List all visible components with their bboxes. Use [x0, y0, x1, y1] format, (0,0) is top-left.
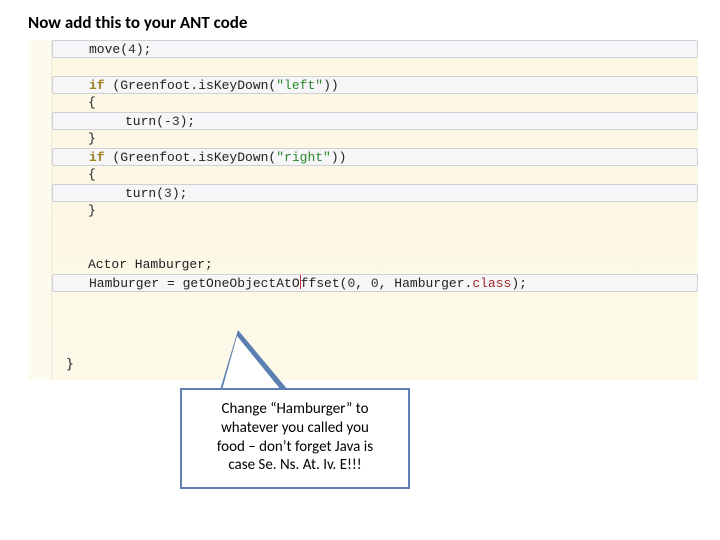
code-token: turn( [125, 114, 164, 129]
code-line: Hamburger = getOneObjectAtOffset(0, 0, H… [52, 274, 698, 292]
code-token: ffset( [301, 276, 348, 291]
editor-body: move(4); if (Greenfoot.isKeyDown("left")… [52, 40, 698, 380]
code-token: class [472, 276, 511, 291]
code-token: "left" [276, 78, 323, 93]
code-token: ); [136, 42, 152, 57]
code-token: { [88, 167, 96, 182]
code-token: ); [180, 114, 196, 129]
code-token: 3 [164, 186, 172, 201]
editor-gutter [28, 40, 52, 380]
code-token: , Hamburger. [379, 276, 473, 291]
page-heading: Now add this to your ANT code [28, 12, 247, 33]
code-line: { [52, 166, 698, 184]
callout-text: food – don’t forget Java is [196, 438, 394, 457]
code-token: } [88, 203, 96, 218]
callout-box: Change “Hamburger” to whatever you calle… [180, 388, 410, 489]
code-line [52, 238, 698, 256]
callout-text: whatever you called you [196, 419, 394, 438]
code-token: ); [511, 276, 527, 291]
code-token: )) [331, 150, 347, 165]
callout-pointer [222, 336, 281, 390]
callout: Change “Hamburger” to whatever you calle… [180, 388, 410, 489]
code-line: turn(-3); [52, 112, 698, 130]
code-token: move [89, 42, 120, 57]
code-token: "right" [276, 150, 331, 165]
code-token: turn( [125, 186, 164, 201]
code-token: 0 [371, 276, 379, 291]
code-line: move(4); [52, 40, 698, 58]
code-token: )) [323, 78, 339, 93]
code-token: , [355, 276, 371, 291]
code-token: if [89, 78, 105, 93]
code-token: Hamburger = getOneObjectAtO [89, 276, 300, 291]
code-token: ( [120, 42, 128, 57]
code-line [52, 220, 698, 238]
code-token: } [88, 131, 96, 146]
code-token: Actor Hamburger; [88, 257, 213, 272]
code-token: (Greenfoot.isKeyDown( [105, 78, 277, 93]
code-token: 4 [128, 42, 136, 57]
code-token: { [88, 95, 96, 110]
code-line [52, 58, 698, 76]
code-line: } [52, 202, 698, 220]
code-line: } [56, 357, 74, 372]
code-line: Actor Hamburger; [52, 256, 698, 274]
code-line: { [52, 94, 698, 112]
callout-text: Change “Hamburger” to [196, 400, 394, 419]
code-line: } [52, 130, 698, 148]
code-token: -3 [164, 114, 180, 129]
code-editor: move(4); if (Greenfoot.isKeyDown("left")… [28, 40, 698, 380]
callout-text: case Se. Ns. At. Iv. E!!! [196, 456, 394, 475]
code-line: if (Greenfoot.isKeyDown("left")) [52, 76, 698, 94]
code-token: if [89, 150, 105, 165]
code-line: if (Greenfoot.isKeyDown("right")) [52, 148, 698, 166]
code-token: (Greenfoot.isKeyDown( [105, 150, 277, 165]
code-token: ); [172, 186, 188, 201]
code-line: turn(3); [52, 184, 698, 202]
